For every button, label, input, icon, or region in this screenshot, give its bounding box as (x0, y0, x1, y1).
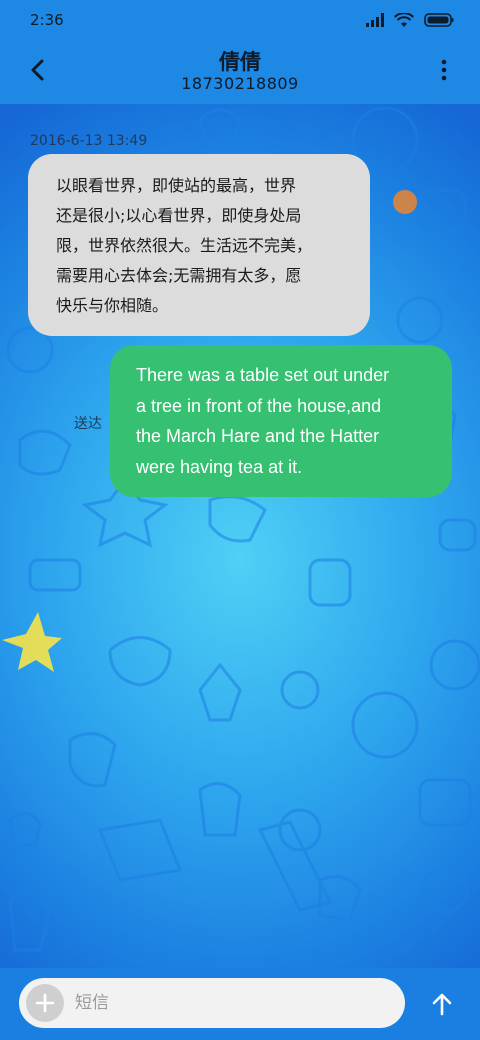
message-line: 需要用心去体会;无需拥有太多，愿 (56, 266, 302, 285)
delivery-status: 送达 (74, 416, 102, 432)
more-vertical-icon (441, 59, 447, 81)
status-time: 2:36 (30, 11, 64, 29)
message-line: 以眼看世界，即使站的最高，世界 (56, 176, 297, 195)
sent-message-bubble[interactable]: There was a table set out under a tree i… (110, 345, 452, 497)
conversation-header: 倩倩 18730218809 (0, 40, 480, 104)
signal-icon (366, 13, 384, 27)
message-line: the March Hare and the Hatter (136, 426, 380, 446)
message-line: a tree in front of the house,and (136, 395, 382, 416)
composer-bar (0, 968, 480, 1040)
more-options-button[interactable] (432, 54, 456, 86)
star-decoration (2, 612, 62, 672)
message-timestamp: 2016-6-13 13:49 (30, 133, 148, 149)
message-line: were having tea at it. (136, 456, 303, 477)
add-attachment-button[interactable] (26, 984, 64, 1022)
status-icons (366, 12, 454, 28)
wifi-icon (394, 12, 414, 27)
contact-number: 18730218809 (181, 74, 299, 93)
message-input[interactable] (75, 988, 385, 1018)
received-message-bubble[interactable]: 以眼看世界，即使站的最高，世界 还是很小;以心看世界，即使身处局 限，世界依然很… (28, 154, 370, 336)
battery-icon (424, 13, 454, 27)
message-line: 限，世界依然很大。生活远不完美， (56, 236, 313, 255)
composer-pill (19, 978, 405, 1028)
message-line: There was a table set out under (136, 365, 390, 385)
contact-name: 倩倩 (219, 50, 261, 74)
plus-icon (35, 993, 55, 1013)
status-bar: 2:36 (0, 0, 480, 40)
send-button[interactable] (424, 986, 460, 1022)
message-line: 还是很小;以心看世界，即使身处局 (56, 206, 302, 225)
message-line: 快乐与你相随。 (56, 296, 169, 315)
arrow-up-icon (432, 993, 452, 1016)
orange-dot-decoration (393, 190, 417, 214)
